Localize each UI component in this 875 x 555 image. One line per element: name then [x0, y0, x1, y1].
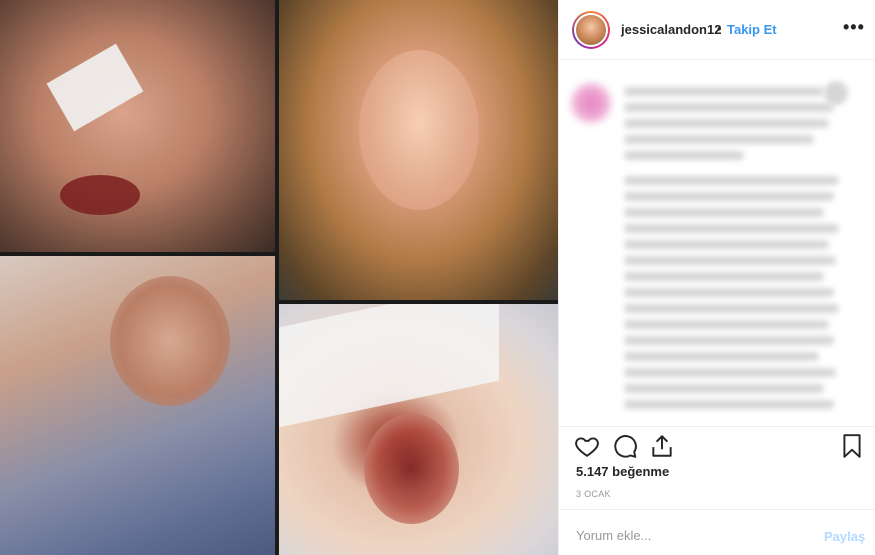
header-separator: • [717, 21, 722, 36]
post-header: jessicalandon12 • Takip Et ••• [559, 0, 875, 60]
comment-input[interactable] [576, 528, 806, 543]
username-link[interactable]: jessicalandon12 [621, 22, 721, 37]
collage-photo-hospital-bed [0, 256, 275, 555]
likes-count[interactable]: 5.147 beğenme [576, 464, 669, 479]
blurred-caption [559, 61, 875, 425]
collage-photo-wound-closeup [279, 304, 558, 555]
comment-bar: Paylaş [559, 509, 875, 555]
collage-photo-portrait-selfie [279, 0, 558, 300]
collage-photo-injured-face-closeup [0, 0, 275, 252]
share-icon[interactable] [649, 433, 675, 459]
post-image-collage[interactable] [0, 0, 558, 555]
follow-button[interactable]: Takip Et [727, 22, 777, 37]
comment-icon[interactable] [612, 433, 638, 459]
post-actions-bar [559, 426, 875, 462]
post-date[interactable]: 3 OCAK [576, 489, 611, 499]
avatar[interactable] [572, 11, 610, 49]
share-comment-button[interactable]: Paylaş [824, 529, 865, 544]
more-options-icon[interactable]: ••• [843, 17, 865, 38]
heart-icon[interactable] [574, 433, 600, 459]
post-side-panel: jessicalandon12 • Takip Et ••• 5.147 beğ… [558, 0, 875, 555]
commenter-avatar [571, 83, 611, 123]
bookmark-icon[interactable] [839, 433, 865, 459]
